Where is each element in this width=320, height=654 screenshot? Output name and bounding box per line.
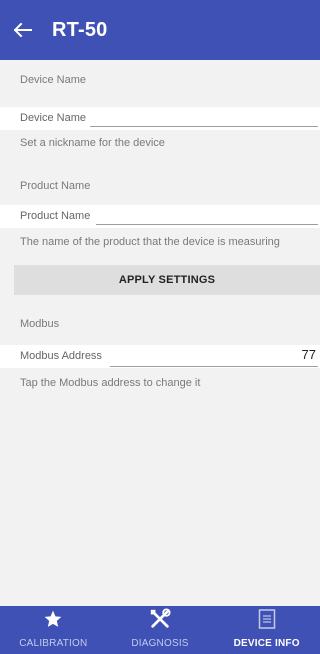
product-name-field-label: Product Name <box>20 210 91 222</box>
nav-device-info-label: DEVICE INFO <box>233 638 300 649</box>
nav-diagnosis[interactable]: DIAGNOSIS <box>107 606 214 654</box>
bottom-navigation: CALIBRATION DIAGNOSIS DEVICE INFO <box>0 606 320 654</box>
product-name-section-header: Product Name <box>20 180 91 192</box>
apply-settings-button[interactable]: APPLY SETTINGS <box>14 265 320 295</box>
product-name-field[interactable]: Product Name <box>0 205 320 228</box>
nav-device-info[interactable]: DEVICE INFO <box>213 606 320 654</box>
nav-diagnosis-label: DIAGNOSIS <box>131 638 189 649</box>
nav-calibration-label: CALIBRATION <box>19 638 88 649</box>
modbus-address-value[interactable]: 77 <box>302 347 316 362</box>
page-title: RT-50 <box>52 18 108 41</box>
modbus-address-field-label: Modbus Address <box>20 350 102 362</box>
product-name-hint: The name of the product that the device … <box>20 236 280 248</box>
modbus-address-field[interactable]: Modbus Address 77 <box>0 345 320 368</box>
modbus-hint: Tap the Modbus address to change it <box>20 377 201 389</box>
nav-calibration[interactable]: CALIBRATION <box>0 606 107 654</box>
arrow-left-icon[interactable] <box>12 19 34 41</box>
device-name-input[interactable] <box>90 126 318 127</box>
document-icon <box>258 608 276 630</box>
device-name-section-header: Device Name <box>20 74 87 86</box>
modbus-section-header: Modbus <box>20 318 60 330</box>
tools-icon <box>149 608 171 630</box>
app-bar: RT-50 <box>0 0 320 60</box>
star-icon <box>43 608 63 630</box>
device-name-field-label: Device Name <box>20 112 87 124</box>
device-name-field[interactable]: Device Name <box>0 107 320 130</box>
product-name-input[interactable] <box>96 224 318 225</box>
device-name-hint: Set a nickname for the device <box>20 137 165 149</box>
modbus-address-input-line[interactable] <box>110 366 318 367</box>
